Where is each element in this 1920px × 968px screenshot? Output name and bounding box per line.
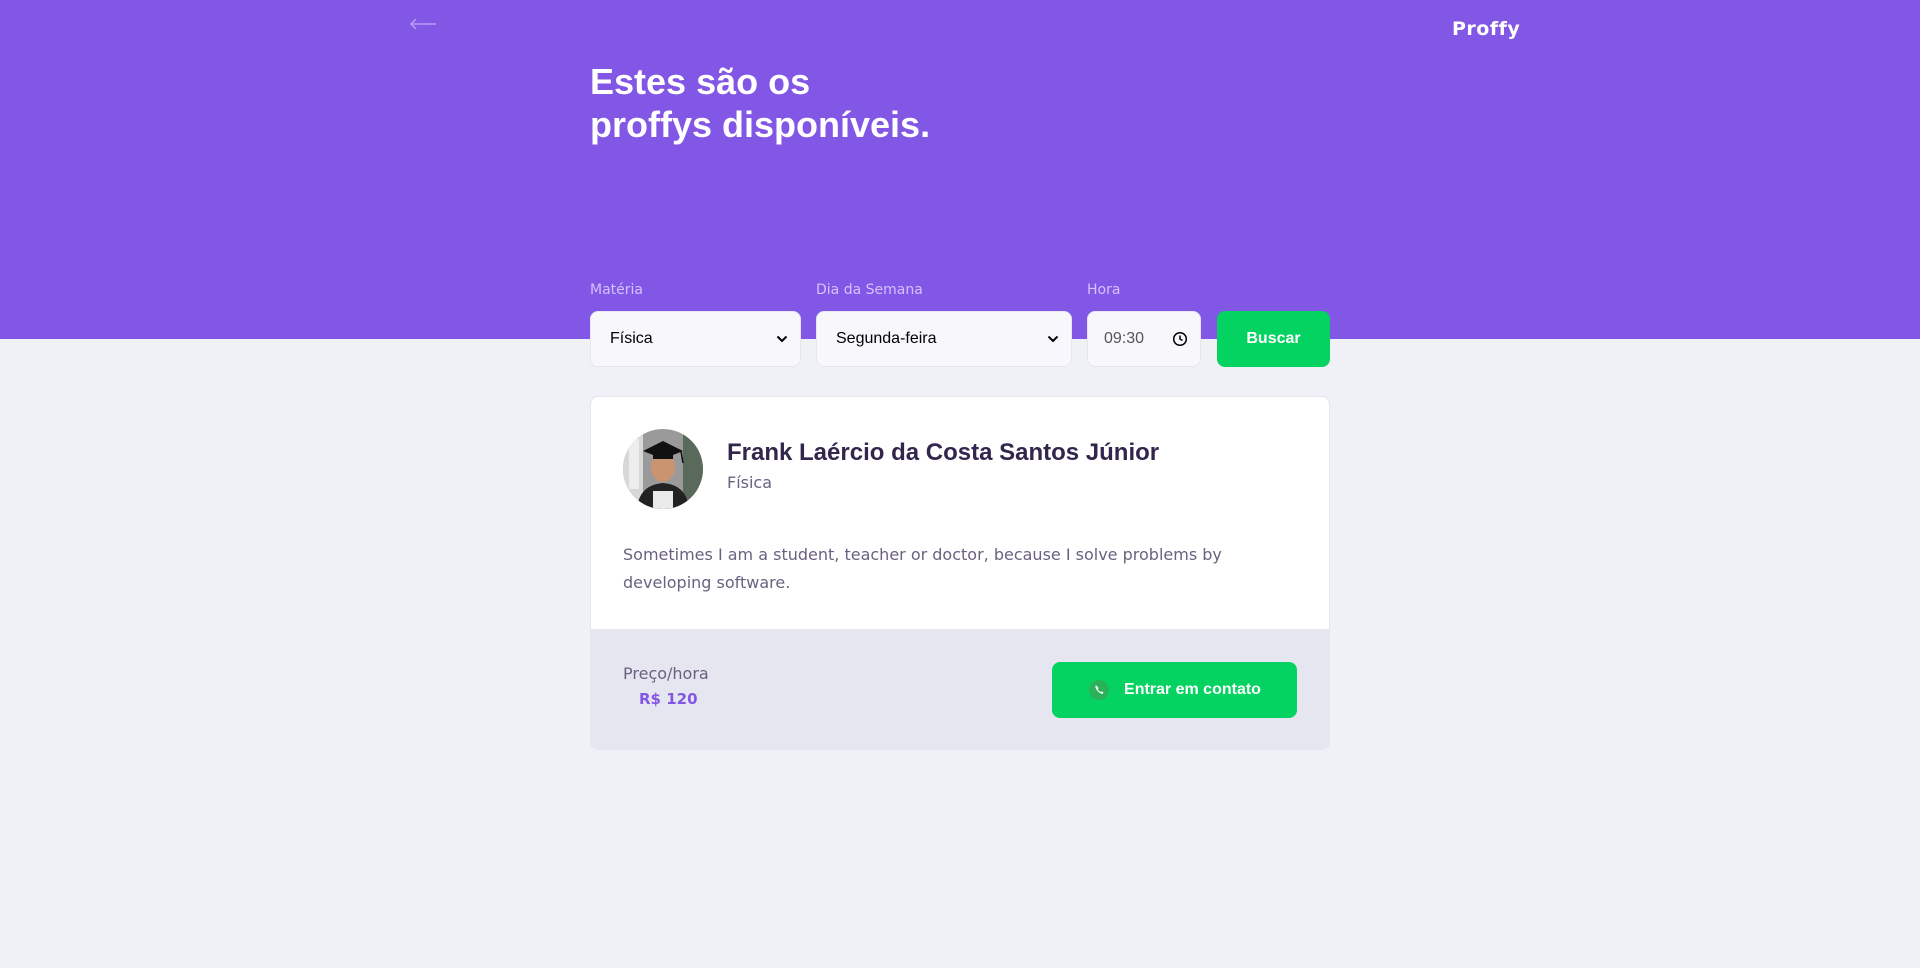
page-header: Proffy Estes são os proffys disponíveis. (0, 0, 1920, 339)
teacher-avatar (623, 429, 703, 509)
weekday-select-value: Segunda-feira (836, 330, 937, 347)
page-title-line-1: Estes são os (590, 61, 811, 102)
time-label: Hora (1087, 282, 1121, 298)
teacher-name: Frank Laércio da Costa Santos Júnior (727, 439, 1160, 466)
page-title-line-2: proffys disponíveis. (590, 104, 931, 145)
teacher-card: Frank Laércio da Costa Santos Júnior Fís… (590, 396, 1330, 750)
subject-select-value: Física (610, 330, 653, 347)
teacher-card-footer: Preço/hora R$ 120 Entrar em contato (591, 629, 1329, 749)
page-title: Estes são os proffys disponíveis. (590, 60, 990, 146)
back-arrow-icon[interactable] (408, 14, 438, 34)
time-input[interactable]: 09:30 (1087, 311, 1201, 367)
teacher-subject: Física (727, 473, 773, 492)
chevron-down-icon (1047, 335, 1059, 343)
price-label: Preço/hora (623, 664, 709, 683)
subject-select[interactable]: Física (590, 311, 801, 367)
weekday-label: Dia da Semana (816, 282, 923, 298)
time-input-value: 09:30 (1104, 330, 1145, 347)
contact-button-label: Entrar em contato (1124, 681, 1261, 698)
chevron-down-icon (776, 335, 788, 343)
clock-icon[interactable] (1172, 331, 1188, 347)
weekday-select[interactable]: Segunda-feira (816, 311, 1072, 367)
price-value: R$ 120 (639, 690, 698, 708)
proffy-logo[interactable]: Proffy (1452, 18, 1520, 40)
search-button[interactable]: Buscar (1217, 311, 1330, 367)
subject-label: Matéria (590, 282, 643, 298)
contact-button[interactable]: Entrar em contato (1052, 662, 1297, 718)
avatar-image (623, 429, 703, 509)
teacher-bio: Sometimes I am a student, teacher or doc… (623, 545, 1222, 592)
whatsapp-icon (1089, 680, 1110, 700)
